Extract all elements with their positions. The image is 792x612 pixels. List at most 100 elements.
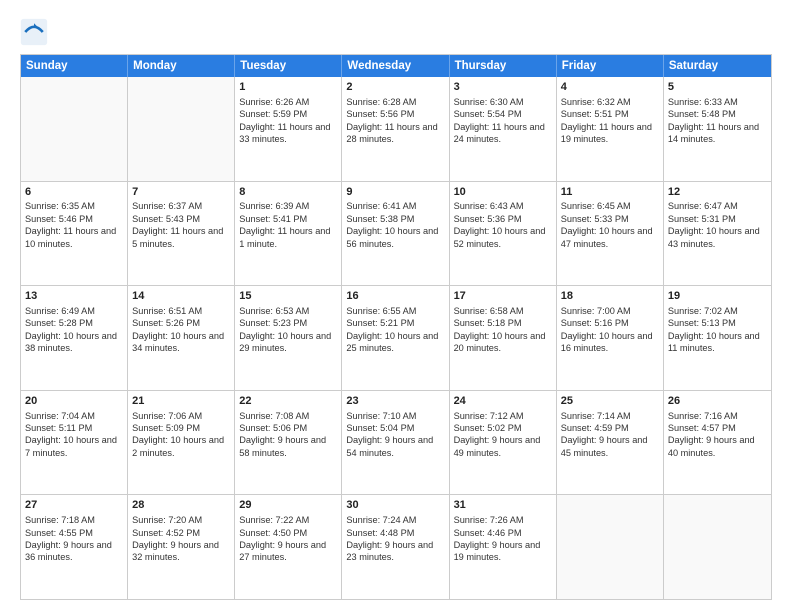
sunrise-text: Sunrise: 7:24 AM [346,515,416,525]
sunrise-text: Sunrise: 6:32 AM [561,97,631,107]
cal-cell: 29Sunrise: 7:22 AMSunset: 4:50 PMDayligh… [235,495,342,599]
sunrise-text: Sunrise: 6:30 AM [454,97,524,107]
sunrise-text: Sunrise: 7:22 AM [239,515,309,525]
sunrise-text: Sunrise: 6:33 AM [668,97,738,107]
sunset-text: Sunset: 5:13 PM [668,318,736,328]
day-number: 27 [25,498,123,513]
sunrise-text: Sunrise: 6:49 AM [25,306,95,316]
day-number: 7 [132,185,230,200]
daylight-text: Daylight: 10 hours and 47 minutes. [561,226,653,248]
sunrise-text: Sunrise: 7:04 AM [25,411,95,421]
cal-cell: 11Sunrise: 6:45 AMSunset: 5:33 PMDayligh… [557,182,664,286]
sunrise-text: Sunrise: 6:47 AM [668,201,738,211]
day-number: 4 [561,80,659,95]
sunrise-text: Sunrise: 7:02 AM [668,306,738,316]
day-number: 9 [346,185,444,200]
daylight-text: Daylight: 9 hours and 32 minutes. [132,540,219,562]
header-day-saturday: Saturday [664,55,771,77]
cal-cell: 28 Sunrise: 7:20 AM Sunset: 4:52 PM Dayligh… [128,495,235,599]
sunset-text: Sunset: 5:21 PM [346,318,414,328]
day-number: 23 [346,394,444,409]
cal-cell: 17Sunrise: 6:58 AMSunset: 5:18 PMDayligh… [450,286,557,390]
cal-cell: 16Sunrise: 6:55 AMSunset: 5:21 PMDayligh… [342,286,449,390]
sunset-text: Sunset: 5:43 PM [132,214,200,224]
sunset-text: Sunset: 5:36 PM [454,214,522,224]
daylight-text: Daylight: 9 hours and 36 minutes. [25,540,112,562]
cal-cell [128,77,235,181]
cal-cell: 10Sunrise: 6:43 AMSunset: 5:36 PMDayligh… [450,182,557,286]
day-number: 29 [239,498,337,513]
daylight-text: Daylight: 11 hours and 19 minutes. [561,122,652,144]
sunset-text: Sunset: 4:46 PM [454,528,522,538]
day-number: 12 [668,185,767,200]
cal-cell [21,77,128,181]
sunrise-text: Sunrise: 6:55 AM [346,306,416,316]
cal-cell: 12Sunrise: 6:47 AMSunset: 5:31 PMDayligh… [664,182,771,286]
cal-cell: 9Sunrise: 6:41 AMSunset: 5:38 PMDaylight… [342,182,449,286]
daylight-text: Daylight: 11 hours and 24 minutes. [454,122,545,144]
day-number: 26 [668,394,767,409]
day-number: 14 [132,289,230,304]
sunset-text: Sunset: 5:54 PM [454,109,522,119]
sunset-text: Sunset: 5:38 PM [346,214,414,224]
daylight-text: Daylight: 9 hours and 58 minutes. [239,435,326,457]
sunrise-text: Sunrise: 6:39 AM [239,201,309,211]
cal-week-2: 6Sunrise: 6:35 AMSunset: 5:46 PMDaylight… [21,182,771,287]
sunrise-text: Sunrise: 7:16 AM [668,411,738,421]
sunset-text: Sunset: 4:48 PM [346,528,414,538]
cal-cell: 15Sunrise: 6:53 AMSunset: 5:23 PMDayligh… [235,286,342,390]
day-number: 19 [668,289,767,304]
day-number: 20 [25,394,123,409]
sunrise-text: Sunrise: 7:26 AM [454,515,524,525]
daylight-text: Daylight: 9 hours and 40 minutes. [668,435,755,457]
calendar: SundayMondayTuesdayWednesdayThursdayFrid… [20,54,772,600]
cal-week-5: 27 Sunrise: 7:18 AM Sunset: 4:55 PM Dayligh… [21,495,771,599]
sunrise-text: Sunrise: 6:58 AM [454,306,524,316]
sunset-text: Sunset: 5:09 PM [132,423,200,433]
day-number: 24 [454,394,552,409]
daylight-text: Daylight: 9 hours and 45 minutes. [561,435,648,457]
sunset-text: Sunset: 5:51 PM [561,109,629,119]
sunrise-text: Sunrise: 7:18 AM [25,515,95,525]
header [20,18,772,46]
daylight-text: Daylight: 9 hours and 27 minutes. [239,540,326,562]
sunset-text: Sunset: 4:59 PM [561,423,629,433]
sunrise-text: Sunrise: 7:10 AM [346,411,416,421]
cal-cell: 23Sunrise: 7:10 AMSunset: 5:04 PMDayligh… [342,391,449,495]
sunrise-text: Sunrise: 6:28 AM [346,97,416,107]
daylight-text: Daylight: 10 hours and 11 minutes. [668,331,760,353]
logo-icon [20,18,48,46]
day-number: 3 [454,80,552,95]
sunrise-text: Sunrise: 7:06 AM [132,411,202,421]
cal-cell: 25Sunrise: 7:14 AMSunset: 4:59 PMDayligh… [557,391,664,495]
day-number: 6 [25,185,123,200]
sunrise-text: Sunrise: 7:20 AM [132,515,202,525]
day-number: 18 [561,289,659,304]
day-number: 11 [561,185,659,200]
sunset-text: Sunset: 4:52 PM [132,528,200,538]
daylight-text: Daylight: 9 hours and 23 minutes. [346,540,433,562]
sunrise-text: Sunrise: 6:51 AM [132,306,202,316]
calendar-body: 1Sunrise: 6:26 AMSunset: 5:59 PMDaylight… [21,77,771,599]
daylight-text: Daylight: 10 hours and 34 minutes. [132,331,224,353]
cal-cell: 8Sunrise: 6:39 AMSunset: 5:41 PMDaylight… [235,182,342,286]
cal-cell: 3 Sunrise: 6:30 AM Sunset: 5:54 PM Daylight… [450,77,557,181]
day-number: 8 [239,185,337,200]
day-number: 22 [239,394,337,409]
logo [20,18,51,46]
cal-cell: 18Sunrise: 7:00 AMSunset: 5:16 PMDayligh… [557,286,664,390]
cal-cell: 20Sunrise: 7:04 AMSunset: 5:11 PMDayligh… [21,391,128,495]
sunset-text: Sunset: 5:48 PM [668,109,736,119]
day-number: 21 [132,394,230,409]
daylight-text: Daylight: 10 hours and 52 minutes. [454,226,546,248]
sunset-text: Sunset: 4:55 PM [25,528,93,538]
cal-week-3: 13Sunrise: 6:49 AMSunset: 5:28 PMDayligh… [21,286,771,391]
sunrise-text: Sunrise: 6:45 AM [561,201,631,211]
daylight-text: Daylight: 11 hours and 33 minutes. [239,122,330,144]
sunrise-text: Sunrise: 7:08 AM [239,411,309,421]
sunset-text: Sunset: 5:28 PM [25,318,93,328]
day-number: 1 [239,80,337,95]
daylight-text: Daylight: 10 hours and 29 minutes. [239,331,331,353]
day-number: 28 [132,498,230,513]
cal-cell: 22Sunrise: 7:08 AMSunset: 5:06 PMDayligh… [235,391,342,495]
